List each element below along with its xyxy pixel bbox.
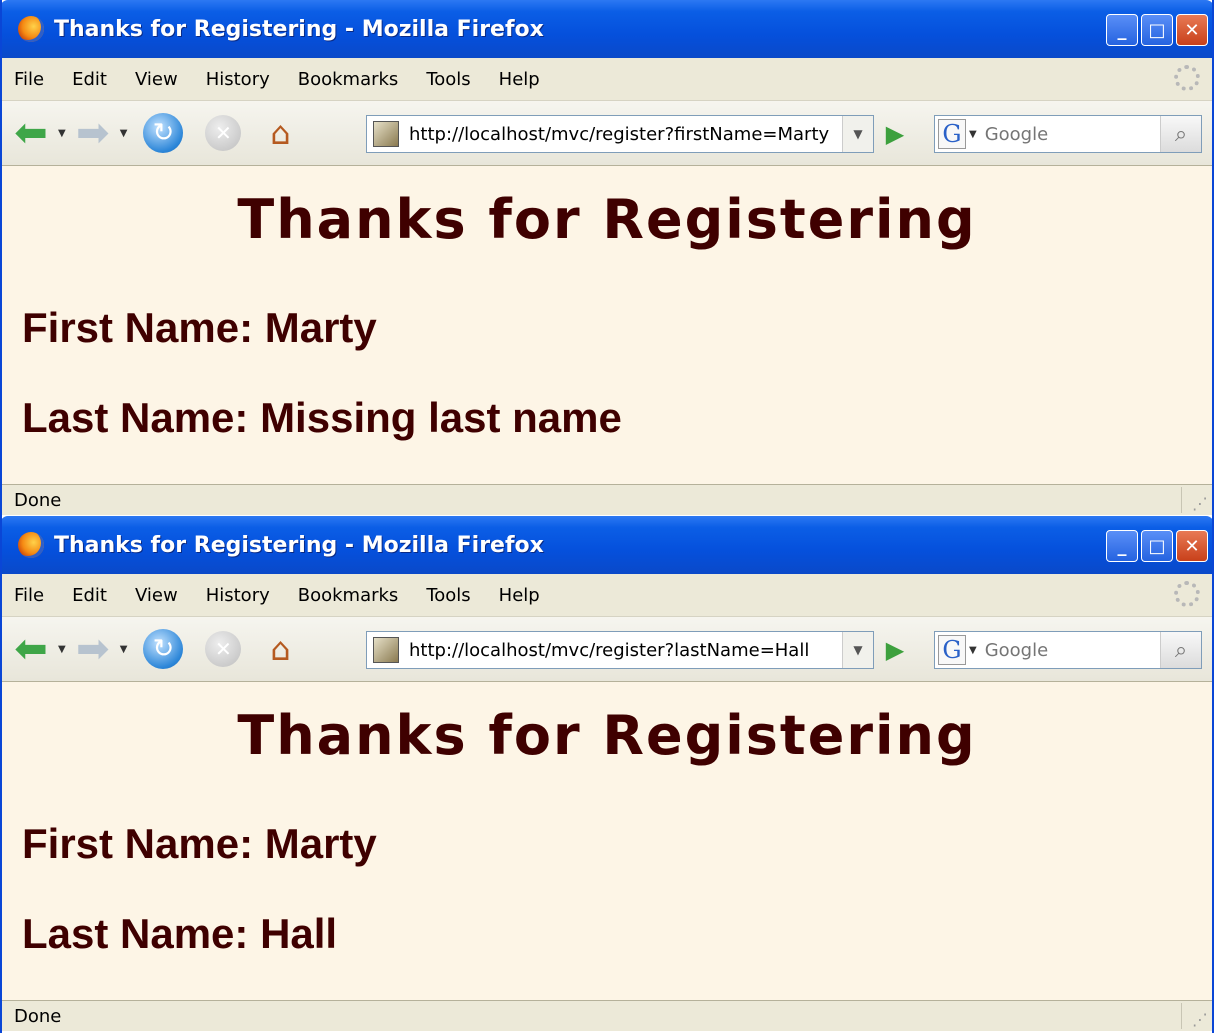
menu-tools[interactable]: Tools — [426, 69, 470, 90]
title-bar: Thanks for Registering - Mozilla Firefox… — [2, 516, 1212, 574]
home-icon[interactable]: ⌂ — [261, 630, 299, 668]
title-bar: Thanks for Registering - Mozilla Firefox… — [2, 0, 1212, 58]
first-name-line: First Name: Marty — [22, 304, 377, 351]
site-favicon-icon — [373, 121, 399, 147]
menu-edit[interactable]: Edit — [72, 585, 107, 606]
maximize-icon: □ — [1148, 19, 1166, 41]
browser-window-1: Thanks for Registering - Mozilla Firefox… — [0, 0, 1214, 516]
close-icon: ✕ — [1184, 19, 1200, 41]
page-heading: Thanks for Registering — [237, 188, 977, 251]
menu-history[interactable]: History — [206, 69, 270, 90]
last-name-line: Last Name: Hall — [22, 910, 338, 957]
page-heading: Thanks for Registering — [237, 704, 977, 767]
menu-bookmarks[interactable]: Bookmarks — [298, 69, 399, 90]
address-bar[interactable]: http://localhost/mvc/register?firstName=… — [366, 115, 874, 153]
menu-help[interactable]: Help — [499, 69, 540, 90]
status-text: Done — [14, 1005, 62, 1027]
back-history-dropdown-icon[interactable]: ▼ — [58, 644, 66, 655]
back-history-dropdown-icon[interactable]: ▼ — [58, 128, 66, 139]
stop-icon[interactable]: ✕ — [205, 115, 242, 151]
window-controls: _ □ ✕ — [1106, 530, 1208, 562]
firefox-logo-icon — [18, 16, 44, 42]
menu-bookmarks[interactable]: Bookmarks — [298, 585, 399, 606]
back-icon[interactable]: ⬅ — [12, 110, 50, 156]
maximize-button[interactable]: □ — [1141, 14, 1173, 46]
page-content: Thanks for Registering First Name: Marty… — [2, 682, 1212, 1000]
status-bar: Done — [2, 484, 1212, 515]
engine-dropdown-icon[interactable]: ▼ — [969, 645, 977, 656]
menu-view[interactable]: View — [135, 585, 178, 606]
menu-tools[interactable]: Tools — [426, 585, 470, 606]
reload-icon[interactable]: ↻ — [143, 113, 184, 153]
forward-history-dropdown-icon[interactable]: ▼ — [120, 644, 128, 655]
window-title: Thanks for Registering - Mozilla Firefox — [54, 16, 544, 42]
search-input[interactable] — [982, 122, 1147, 146]
firefox-logo-icon — [18, 532, 44, 558]
first-name-line: First Name: Marty — [22, 820, 377, 867]
browser-window-2: Thanks for Registering - Mozilla Firefox… — [0, 516, 1214, 1033]
menu-file[interactable]: File — [14, 585, 44, 606]
menu-file[interactable]: File — [14, 69, 44, 90]
url-dropdown-icon[interactable]: ▼ — [842, 632, 873, 668]
google-engine-icon[interactable]: G — [938, 635, 966, 665]
menu-help[interactable]: Help — [499, 585, 540, 606]
search-input[interactable] — [982, 638, 1147, 662]
minimize-button[interactable]: _ — [1106, 14, 1138, 46]
maximize-icon: □ — [1148, 535, 1166, 557]
last-name-line: Last Name: Missing last name — [22, 394, 622, 441]
menu-bar: File Edit View History Bookmarks Tools H… — [2, 574, 1212, 616]
menu-edit[interactable]: Edit — [72, 69, 107, 90]
search-bar[interactable]: G ▼ ⌕ — [934, 115, 1202, 153]
search-icon[interactable]: ⌕ — [1160, 116, 1201, 152]
forward-history-dropdown-icon[interactable]: ▼ — [120, 128, 128, 139]
forward-icon[interactable]: ➡ — [74, 110, 112, 156]
throbber-icon — [1174, 581, 1200, 607]
close-button[interactable]: ✕ — [1176, 530, 1208, 562]
menu-bar: File Edit View History Bookmarks Tools H… — [2, 58, 1212, 100]
status-bar: Done — [2, 1000, 1212, 1031]
menu-history[interactable]: History — [206, 585, 270, 606]
reload-icon[interactable]: ↻ — [143, 629, 184, 669]
minimize-button[interactable]: _ — [1106, 530, 1138, 562]
home-icon[interactable]: ⌂ — [261, 114, 299, 152]
engine-dropdown-icon[interactable]: ▼ — [969, 129, 977, 140]
resize-grip-icon[interactable] — [1181, 487, 1210, 513]
minimize-icon: _ — [1117, 535, 1127, 557]
navigation-toolbar: ⬅ ▼ ➡ ▼ ↻ ✕ ⌂ http://localhost/mvc/regis… — [2, 616, 1212, 682]
minimize-icon: _ — [1117, 19, 1127, 41]
maximize-button[interactable]: □ — [1141, 530, 1173, 562]
close-icon: ✕ — [1184, 535, 1200, 557]
resize-grip-icon[interactable] — [1181, 1003, 1210, 1029]
go-icon[interactable]: ▶ — [878, 633, 912, 667]
search-icon[interactable]: ⌕ — [1160, 632, 1201, 668]
url-dropdown-icon[interactable]: ▼ — [842, 116, 873, 152]
status-text: Done — [14, 489, 62, 511]
forward-icon[interactable]: ➡ — [74, 626, 112, 672]
address-bar[interactable]: http://localhost/mvc/register?lastName=H… — [366, 631, 874, 669]
site-favicon-icon — [373, 637, 399, 663]
go-icon[interactable]: ▶ — [878, 117, 912, 151]
menu-view[interactable]: View — [135, 69, 178, 90]
window-controls: _ □ ✕ — [1106, 14, 1208, 46]
search-bar[interactable]: G ▼ ⌕ — [934, 631, 1202, 669]
window-title: Thanks for Registering - Mozilla Firefox — [54, 532, 544, 558]
close-button[interactable]: ✕ — [1176, 14, 1208, 46]
url-text[interactable]: http://localhost/mvc/register?firstName=… — [409, 124, 842, 145]
google-engine-icon[interactable]: G — [938, 119, 966, 149]
page-content: Thanks for Registering First Name: Marty… — [2, 166, 1212, 484]
navigation-toolbar: ⬅ ▼ ➡ ▼ ↻ ✕ ⌂ http://localhost/mvc/regis… — [2, 100, 1212, 166]
stop-icon[interactable]: ✕ — [205, 631, 242, 667]
url-text[interactable]: http://localhost/mvc/register?lastName=H… — [409, 640, 842, 661]
back-icon[interactable]: ⬅ — [12, 626, 50, 672]
throbber-icon — [1174, 65, 1200, 91]
